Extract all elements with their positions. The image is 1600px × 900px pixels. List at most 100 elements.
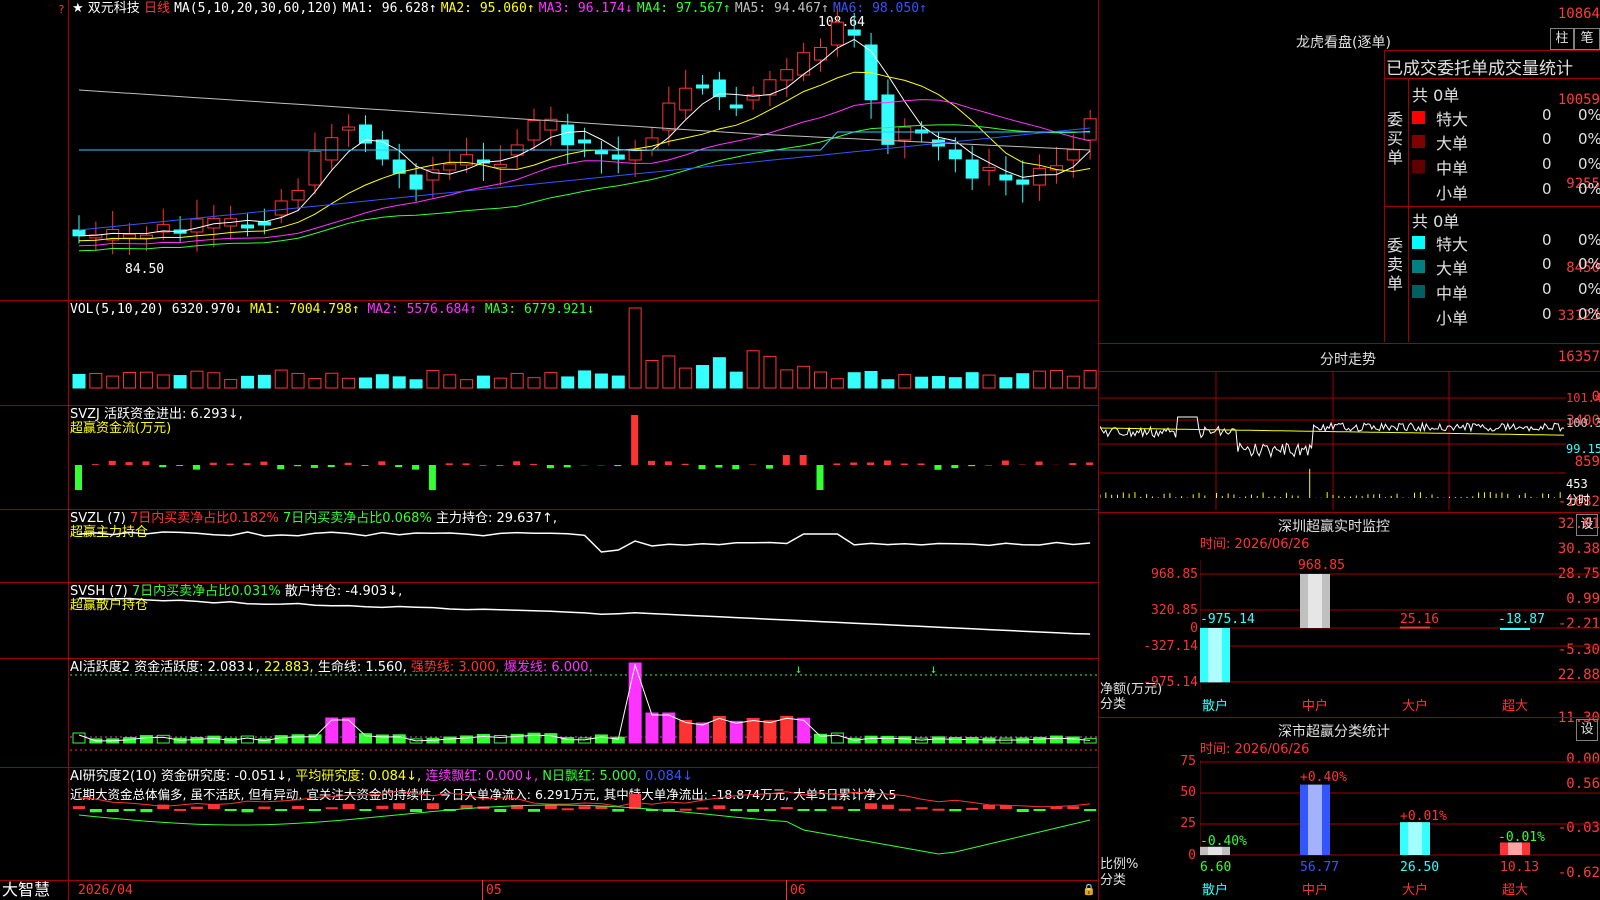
volume-bar [898,374,912,389]
flow-bar [850,462,858,465]
svsh-chart[interactable] [70,582,1098,658]
flow-bar [530,463,538,465]
research-bar [780,807,793,810]
volume-bar [965,372,979,389]
flow-bar [816,465,824,490]
volume-bar [628,307,642,389]
stat-title: 深市超赢分类统计 [1278,724,1390,740]
flow-bar [412,465,420,470]
activity-bar [1049,735,1063,744]
volume-stat-title: 已成交委托单成交量统计 [1386,59,1573,79]
stat-settings-button[interactable]: 设 [1576,719,1598,741]
activity-bar [476,733,490,744]
activity-bar [1083,737,1097,744]
buy-row-count: 0 [1542,180,1552,198]
volume-bar [358,377,372,389]
ai-research-chart[interactable] [70,767,1098,880]
tick-mode-button[interactable]: 笔 [1574,28,1600,50]
volume-bar [241,375,255,389]
buy-row-pct: 0% [1578,106,1600,124]
volume-bar [1066,375,1080,389]
activity-bar [443,736,457,744]
ai-activity-chart[interactable]: ↓ ↓ [70,658,1098,767]
vol-y-tick: 16357 [1557,349,1600,365]
research-bar [932,808,945,811]
candle [965,159,979,179]
flow-bar [428,465,436,490]
activity-bar [628,662,642,744]
buy-total: 共 0单 [1412,86,1460,105]
stat-bar-highlight [1308,784,1322,855]
research-bar [612,809,625,812]
research-bar [730,809,743,811]
sell-row-count: 0 [1542,231,1552,249]
volume-bar [696,364,710,389]
volume-bar [1033,370,1047,389]
candle [1083,118,1097,141]
monitor-cat: 中户 [1302,699,1329,714]
candle [190,218,204,233]
activity-bar [763,720,777,744]
stat-top: -0.40% [1200,834,1247,849]
candle [443,163,457,171]
monitor-settings-button[interactable]: 设 [1576,514,1598,536]
lock-icon[interactable]: 🔒 [1082,882,1096,897]
flow-bar [900,463,908,465]
activity-bar [156,734,170,744]
sell-row-name: 小单 [1436,309,1469,328]
candle [679,87,693,111]
candle [662,102,676,131]
info-marker-icon[interactable]: ? [58,2,65,17]
monitor-value-super: -18.87 [1498,612,1545,627]
activity-bar [864,735,878,744]
flow-bar [226,463,234,465]
volume-bar [409,379,423,389]
flow-bar [378,461,386,465]
volume-bar [814,371,828,389]
volume-bar [106,375,120,389]
research-bar [696,807,709,810]
candle [527,119,541,141]
research-bar [106,809,119,813]
flow-bar [799,455,807,465]
candlestick-chart[interactable] [70,0,1098,300]
research-bar [797,809,810,811]
flow-bar [782,455,790,465]
activity-bar [729,720,743,744]
volume-bar [72,373,86,389]
volume-bar [89,372,103,389]
stat-value: 10.13 [1500,860,1540,875]
candle [308,151,322,186]
candle [999,174,1013,181]
svzl-chart[interactable] [70,509,1098,582]
stat-y-tick: 50 [1180,785,1196,800]
volume-chart[interactable] [70,300,1098,405]
activity-bar [780,715,794,744]
flow-bar [546,465,554,469]
monitor-cat: 超大 [1502,699,1529,714]
intraday-chart[interactable] [1100,372,1566,510]
volume-bar [931,376,945,389]
candle [291,189,305,201]
volume-bar [662,355,676,389]
stat-cat: 大户 [1402,883,1429,898]
volume-bar [544,372,558,389]
activity-bar [460,735,474,744]
candle [257,221,271,226]
stat-cat: 散户 [1202,883,1229,898]
activity-bar [746,718,760,744]
monitor-time: 时间: 2026/06/26 [1200,537,1310,552]
volume-bar [729,371,743,389]
sell-row-name: 中单 [1436,284,1469,303]
stat-bar-highlight [1408,822,1422,855]
intraday-title: 分时走势 [1320,352,1376,368]
legend-swatch [1412,285,1425,298]
volume-bar [207,372,221,389]
volume-bar [527,377,541,389]
research-bar [410,809,423,813]
activity-bar [527,732,541,744]
svzj-chart[interactable] [70,405,1098,509]
column-mode-button[interactable]: 柱 [1550,28,1574,50]
flow-bar [310,465,318,468]
flow-bar [917,463,925,465]
